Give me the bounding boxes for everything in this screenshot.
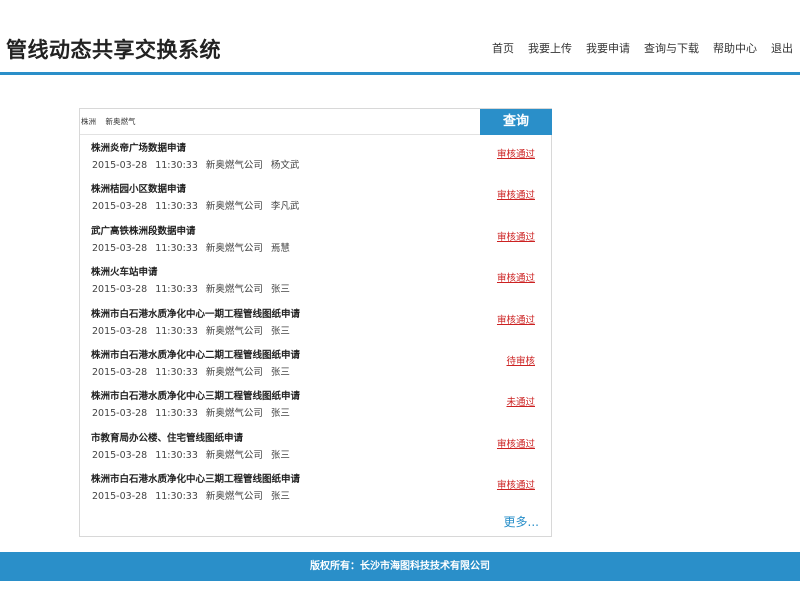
item-title[interactable]: 株洲炎帝广场数据申请 <box>91 140 186 154</box>
item-status-link[interactable]: 待审核 <box>506 353 535 367</box>
app-title: 管线动态共享交换系统 <box>6 38 221 62</box>
item-user: 李凡武 <box>270 201 300 213</box>
item-company: 新奥燃气公司 <box>205 284 263 296</box>
application-panel: 查询 株洲炎帝广场数据申请 2015-03-2811:30:33新奥燃气公司杨文… <box>79 108 552 537</box>
header-divider <box>0 72 800 75</box>
list-item: 市教育局办公楼、住宅管线图纸申请 2015-03-28 11:30:33 新奥燃气公… <box>80 427 551 468</box>
item-meta: 2015-03-28 11:30:33 新奥燃气公司 张三 <box>92 281 298 295</box>
item-meta: 2015-03-28 11:30:33 新奥燃气公司 张三 <box>92 364 298 378</box>
item-title[interactable]: 株洲市白石港水质净化中心一期工程管线图纸申请 <box>91 306 300 320</box>
item-time: 11:30:33 <box>155 242 198 254</box>
list-item: 株洲市白石港水质净化中心三期工程管线图纸申请 2015-03-28 11:30:3… <box>80 385 551 426</box>
item-date: 2015-03-28 <box>92 201 148 213</box>
list-item: 株洲火车站申请 2015-03-28 11:30:33 新奥燃气公司 张三 审核通过 <box>80 261 551 302</box>
item-meta: 2015-03-28 11:30:33 新奥燃气公司 焉慧 <box>92 240 298 254</box>
item-meta: 2015-03-28 11:30:33 新奥燃气公司 张三 <box>92 405 298 419</box>
item-date: 2015-03-28 <box>92 449 148 461</box>
item-company: 新奥燃气公司 <box>205 408 263 420</box>
item-title[interactable]: 武广高铁株洲段数据申请 <box>91 223 196 237</box>
item-status-link[interactable]: 审核通过 <box>497 477 535 491</box>
item-company: 新奥燃气公司 <box>205 160 263 171</box>
item-status-link[interactable]: 审核通过 <box>497 436 535 450</box>
item-user: 焉慧 <box>270 242 290 254</box>
nav-item-logout[interactable]: 退出 <box>771 40 793 56</box>
item-user: 张三 <box>270 408 290 420</box>
item-title[interactable]: 株洲市白石港水质净化中心三期工程管线图纸申请 <box>91 471 300 485</box>
item-title[interactable]: 株洲市白石港水质净化中心二期工程管线图纸申请 <box>91 347 300 361</box>
list-item: 武广高铁株洲段数据申请 2015-03-28 11:30:33 新奥燃气公司 焉慧 审… <box>80 220 551 261</box>
item-user: 杨文武 <box>270 160 300 171</box>
item-date: 2015-03-28 <box>92 160 148 171</box>
nav-item-apply[interactable]: 我要申请 <box>586 40 630 56</box>
item-title[interactable]: 市教育局办公楼、住宅管线图纸申请 <box>91 430 243 444</box>
item-time: 11:30:33 <box>155 449 198 461</box>
item-company: 新奥燃气公司 <box>205 491 263 503</box>
item-title[interactable]: 株洲火车站申请 <box>91 264 158 278</box>
item-status-link[interactable]: 未通过 <box>506 394 535 408</box>
nav-item-help[interactable]: 帮助中心 <box>713 40 757 56</box>
item-company: 新奥燃气公司 <box>205 325 263 337</box>
item-meta: 2015-03-28 11:30:33 新奥燃气公司 张三 <box>92 323 298 337</box>
item-time: 11:30:33 <box>155 325 198 337</box>
list-item: 株洲桔园小区数据申请 2015-03-28 11:30:33 新奥燃气公司 李凡武 审… <box>80 178 551 219</box>
item-meta: 2015-03-28 11:30:33 新奥燃气公司 张三 <box>92 447 298 461</box>
item-meta: 2015-03-28 11:30:33 新奥燃气公司 张三 <box>92 488 298 502</box>
item-time: 11:30:33 <box>155 201 198 213</box>
item-time: 11:30:33 <box>155 284 198 296</box>
item-time: 11:30:33 <box>155 160 198 171</box>
item-company: 新奥燃气公司 <box>205 366 263 378</box>
item-user: 张三 <box>270 491 290 503</box>
item-user: 张三 <box>270 325 290 337</box>
item-status-link[interactable]: 审核通过 <box>497 270 535 284</box>
item-date: 2015-03-28 <box>92 491 148 503</box>
header: 管线动态共享交换系统 首页 我要上传 我要申请 查询与下载 帮助中心 退出 <box>0 0 800 72</box>
item-user: 张三 <box>270 449 290 461</box>
top-nav: 首页 我要上传 我要申请 查询与下载 帮助中心 退出 <box>485 40 800 56</box>
nav-item-upload[interactable]: 我要上传 <box>528 40 572 56</box>
nav-item-home[interactable]: 首页 <box>492 40 514 56</box>
item-date: 2015-03-28 <box>92 366 148 378</box>
search-button[interactable]: 查询 <box>480 109 552 135</box>
search-bar: 查询 <box>80 109 552 135</box>
list-item: 株洲市白石港水质净化中心一期工程管线图纸申请 2015-03-28 11:30:3… <box>80 303 551 344</box>
item-time: 11:30:33 <box>155 491 198 503</box>
nav-item-query-download[interactable]: 查询与下载 <box>644 40 699 56</box>
item-company: 新奥燃气公司 <box>205 242 263 254</box>
item-company: 新奥燃气公司 <box>205 201 263 213</box>
more-link[interactable]: 更多... <box>504 513 539 530</box>
item-date: 2015-03-28 <box>92 284 148 296</box>
item-title[interactable]: 株洲市白石港水质净化中心三期工程管线图纸申请 <box>91 388 300 402</box>
item-status-link[interactable]: 审核通过 <box>497 146 535 160</box>
application-list: 株洲炎帝广场数据申请 2015-03-28 11:30:33 新奥燃气公司 杨文武 审… <box>80 137 551 510</box>
item-company: 新奥燃气公司 <box>205 449 263 461</box>
list-item: 株洲市白石港水质净化中心三期工程管线图纸申请 2015-03-28 11:30:3… <box>80 468 551 509</box>
item-status-link[interactable]: 审核通过 <box>497 229 535 243</box>
list-item: 株洲市白石港水质净化中心二期工程管线图纸申请 2015-03-28 11:30:3… <box>80 344 551 385</box>
footer-copyright: 版权所有：长沙市海图科技技术有限公司 <box>0 552 800 581</box>
item-status-link[interactable]: 审核通过 <box>497 312 535 326</box>
item-title[interactable]: 株洲桔园小区数据申请 <box>91 181 186 195</box>
search-input[interactable] <box>80 109 480 135</box>
item-date: 2015-03-28 <box>92 408 148 420</box>
item-date: 2015-03-28 <box>92 325 148 337</box>
item-date: 2015-03-28 <box>92 242 148 254</box>
item-meta: 2015-03-28 11:30:33 新奥燃气公司 李凡武 <box>92 198 307 212</box>
list-item: 株洲炎帝广场数据申请 2015-03-28 11:30:33 新奥燃气公司 杨文武 审… <box>80 137 551 178</box>
item-user: 张三 <box>270 366 290 378</box>
item-time: 11:30:33 <box>155 366 198 378</box>
item-meta: 2015-03-28 11:30:33 新奥燃气公司 杨文武 <box>92 157 307 171</box>
item-time: 11:30:33 <box>155 408 198 420</box>
item-user: 张三 <box>270 284 290 296</box>
item-status-link[interactable]: 审核通过 <box>497 187 535 201</box>
